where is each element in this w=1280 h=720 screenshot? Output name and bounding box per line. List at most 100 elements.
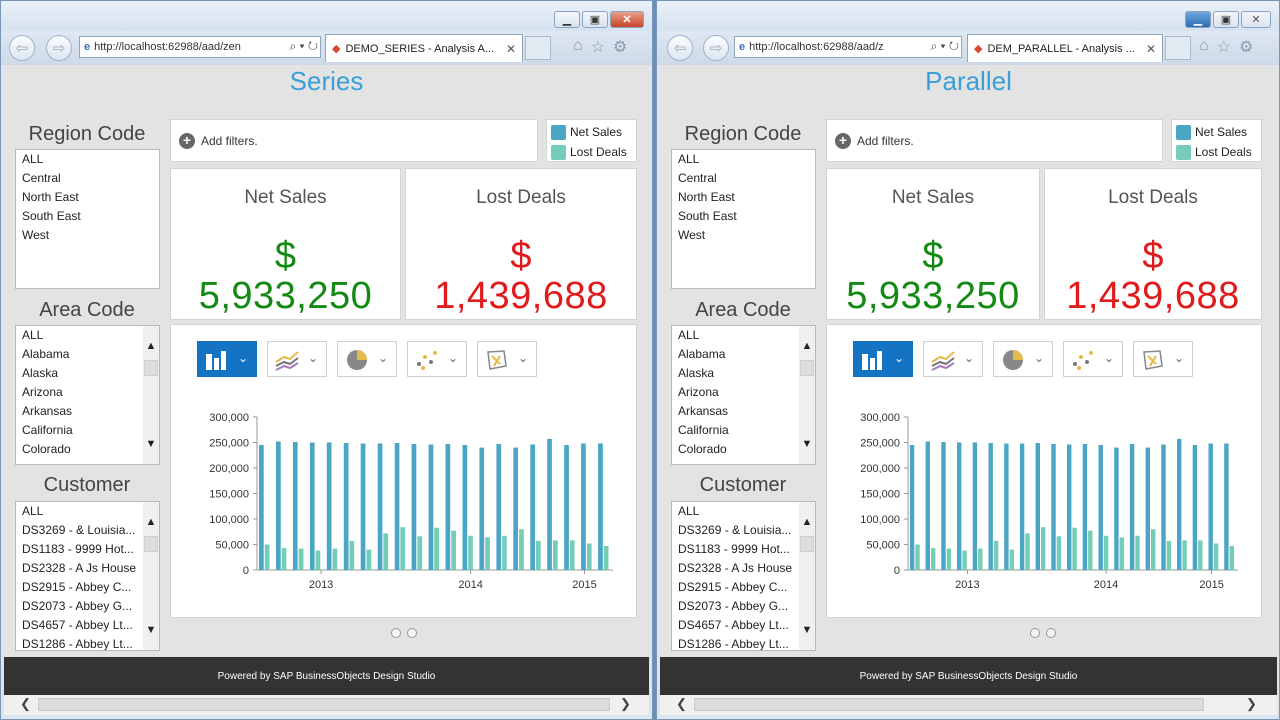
list-item[interactable]: California <box>16 421 159 440</box>
settings-gear-icon[interactable]: ⚙ <box>613 37 627 57</box>
region-code-list[interactable]: ALL Central North East South East West <box>15 149 160 289</box>
list-item[interactable]: DS3269 - & Louisia... <box>672 521 815 540</box>
scroll-left-icon[interactable]: ❮ <box>20 696 31 712</box>
list-item[interactable]: California <box>672 421 815 440</box>
close-button[interactable]: ✕ <box>1241 11 1271 28</box>
list-item[interactable]: ALL <box>16 326 159 345</box>
scroll-down-icon[interactable]: ▼ <box>799 436 815 452</box>
maximize-button[interactable]: ▣ <box>1213 11 1239 28</box>
list-item[interactable]: Colorado <box>16 440 159 459</box>
list-item[interactable]: South East <box>16 207 159 226</box>
scroll-left-icon[interactable]: ❮ <box>676 696 687 712</box>
page-indicator[interactable] <box>1030 628 1056 638</box>
list-item[interactable]: South East <box>672 207 815 226</box>
list-item[interactable]: West <box>16 226 159 245</box>
address-bar[interactable]: e http://localhost:62988/aad/zen ⌕ ▾ ↻ <box>79 36 321 58</box>
list-scrollbar[interactable]: ▲ ▼ <box>143 326 159 464</box>
list-item[interactable]: DS1183 - 9999 Hot... <box>16 540 159 559</box>
list-item[interactable]: DS2328 - A Js House <box>16 559 159 578</box>
back-icon[interactable]: ⇦ <box>9 35 35 61</box>
scroll-up-icon[interactable]: ▲ <box>799 338 815 354</box>
scroll-right-icon[interactable]: ❯ <box>620 696 631 712</box>
page-dot[interactable] <box>1046 628 1056 638</box>
bar-chart-type-button[interactable]: ⌄ <box>853 341 913 377</box>
favorites-star-icon[interactable]: ☆ <box>591 37 605 57</box>
scroll-right-icon[interactable]: ❯ <box>1246 696 1257 712</box>
minimize-button[interactable]: ▁ <box>1185 11 1211 28</box>
list-item[interactable]: Colorado <box>672 440 815 459</box>
list-item[interactable]: ALL <box>672 326 815 345</box>
pie-chart-type-button[interactable]: ⌄ <box>993 341 1053 377</box>
scroll-thumb[interactable] <box>38 698 610 711</box>
list-item[interactable]: ALL <box>16 502 159 521</box>
list-item[interactable]: DS2328 - A Js House <box>672 559 815 578</box>
list-item[interactable]: DS2915 - Abbey C... <box>16 578 159 597</box>
list-item[interactable]: ALL <box>672 150 815 169</box>
region-code-list[interactable]: ALL Central North East South East West <box>671 149 816 289</box>
scroll-thumb[interactable] <box>800 536 814 552</box>
back-icon[interactable]: ⇦ <box>667 35 693 61</box>
list-item[interactable]: Alaska <box>16 364 159 383</box>
area-code-list[interactable]: ALL Alabama Alaska Arizona Arkansas Cali… <box>671 325 816 465</box>
list-item[interactable]: DS4657 - Abbey Lt... <box>16 616 159 635</box>
list-item[interactable]: DS1286 - Abbey Lt... <box>672 635 815 650</box>
horizontal-scrollbar[interactable]: ❮ ❯ <box>660 695 1277 715</box>
forward-icon[interactable]: ⇨ <box>46 35 72 61</box>
page-dot[interactable] <box>1030 628 1040 638</box>
home-icon[interactable]: ⌂ <box>1199 37 1209 57</box>
list-item[interactable]: DS1286 - Abbey Lt... <box>16 635 159 650</box>
search-refresh-icons[interactable]: ⌕ ▾ ↻ <box>286 39 318 54</box>
list-item[interactable]: Arkansas <box>16 402 159 421</box>
tab-close-icon[interactable]: ✕ <box>506 42 516 56</box>
list-item[interactable]: DS3269 - & Louisia... <box>16 521 159 540</box>
list-item[interactable]: Arizona <box>16 383 159 402</box>
address-bar[interactable]: e http://localhost:62988/aad/z ⌕ ▾ ↻ <box>734 36 962 58</box>
list-item[interactable]: ALL <box>16 150 159 169</box>
customer-list[interactable]: ALL DS3269 - & Louisia... DS1183 - 9999 … <box>15 501 160 651</box>
map-chart-type-button[interactable]: ⌄ <box>477 341 537 377</box>
scroll-thumb[interactable] <box>144 360 158 376</box>
close-button[interactable]: ✕ <box>610 11 644 28</box>
maximize-button[interactable]: ▣ <box>582 11 608 28</box>
filter-bar[interactable]: + Add filters. <box>826 119 1163 162</box>
scroll-up-icon[interactable]: ▲ <box>143 514 159 530</box>
list-item[interactable]: DS2073 - Abbey G... <box>672 597 815 616</box>
new-tab-button[interactable] <box>1165 36 1191 60</box>
home-icon[interactable]: ⌂ <box>573 37 583 57</box>
list-item[interactable]: DS4657 - Abbey Lt... <box>672 616 815 635</box>
list-item[interactable]: DS2915 - Abbey C... <box>672 578 815 597</box>
search-refresh-icons[interactable]: ⌕ ▾ ↻ <box>927 39 959 54</box>
new-tab-button[interactable] <box>525 36 551 60</box>
list-item[interactable]: Alaska <box>672 364 815 383</box>
filter-bar[interactable]: + Add filters. <box>170 119 538 162</box>
list-item[interactable]: West <box>672 226 815 245</box>
favorites-star-icon[interactable]: ☆ <box>1217 37 1231 57</box>
scroll-thumb[interactable] <box>800 360 814 376</box>
list-item[interactable]: ALL <box>672 502 815 521</box>
settings-gear-icon[interactable]: ⚙ <box>1239 37 1253 57</box>
horizontal-scrollbar[interactable]: ❮ ❯ <box>4 695 649 715</box>
list-item[interactable]: North East <box>16 188 159 207</box>
tab-demo-series[interactable]: ◆ DEMO_SERIES - Analysis A... ✕ <box>325 34 523 62</box>
list-scrollbar[interactable]: ▲ ▼ <box>799 502 815 650</box>
scroll-down-icon[interactable]: ▼ <box>143 436 159 452</box>
add-filters-label[interactable]: Add filters. <box>201 134 258 148</box>
scroll-down-icon[interactable]: ▼ <box>799 622 815 638</box>
scroll-up-icon[interactable]: ▲ <box>799 514 815 530</box>
minimize-button[interactable]: ▁ <box>554 11 580 28</box>
list-item[interactable]: Central <box>16 169 159 188</box>
customer-list[interactable]: ALL DS3269 - & Louisia... DS1183 - 9999 … <box>671 501 816 651</box>
list-item[interactable]: Alabama <box>672 345 815 364</box>
page-dot[interactable] <box>391 628 401 638</box>
forward-icon[interactable]: ⇨ <box>703 35 729 61</box>
scatter-chart-type-button[interactable]: ⌄ <box>407 341 467 377</box>
page-dot[interactable] <box>407 628 417 638</box>
scroll-up-icon[interactable]: ▲ <box>143 338 159 354</box>
list-item[interactable]: Alabama <box>16 345 159 364</box>
map-chart-type-button[interactable]: ⌄ <box>1133 341 1193 377</box>
tab-dem-parallel[interactable]: ◆ DEM_PARALLEL - Analysis ... ✕ <box>967 34 1163 62</box>
line-chart-type-button[interactable]: ⌄ <box>923 341 983 377</box>
add-filter-icon[interactable]: + <box>835 132 851 149</box>
pie-chart-type-button[interactable]: ⌄ <box>337 341 397 377</box>
add-filters-label[interactable]: Add filters. <box>857 134 914 148</box>
